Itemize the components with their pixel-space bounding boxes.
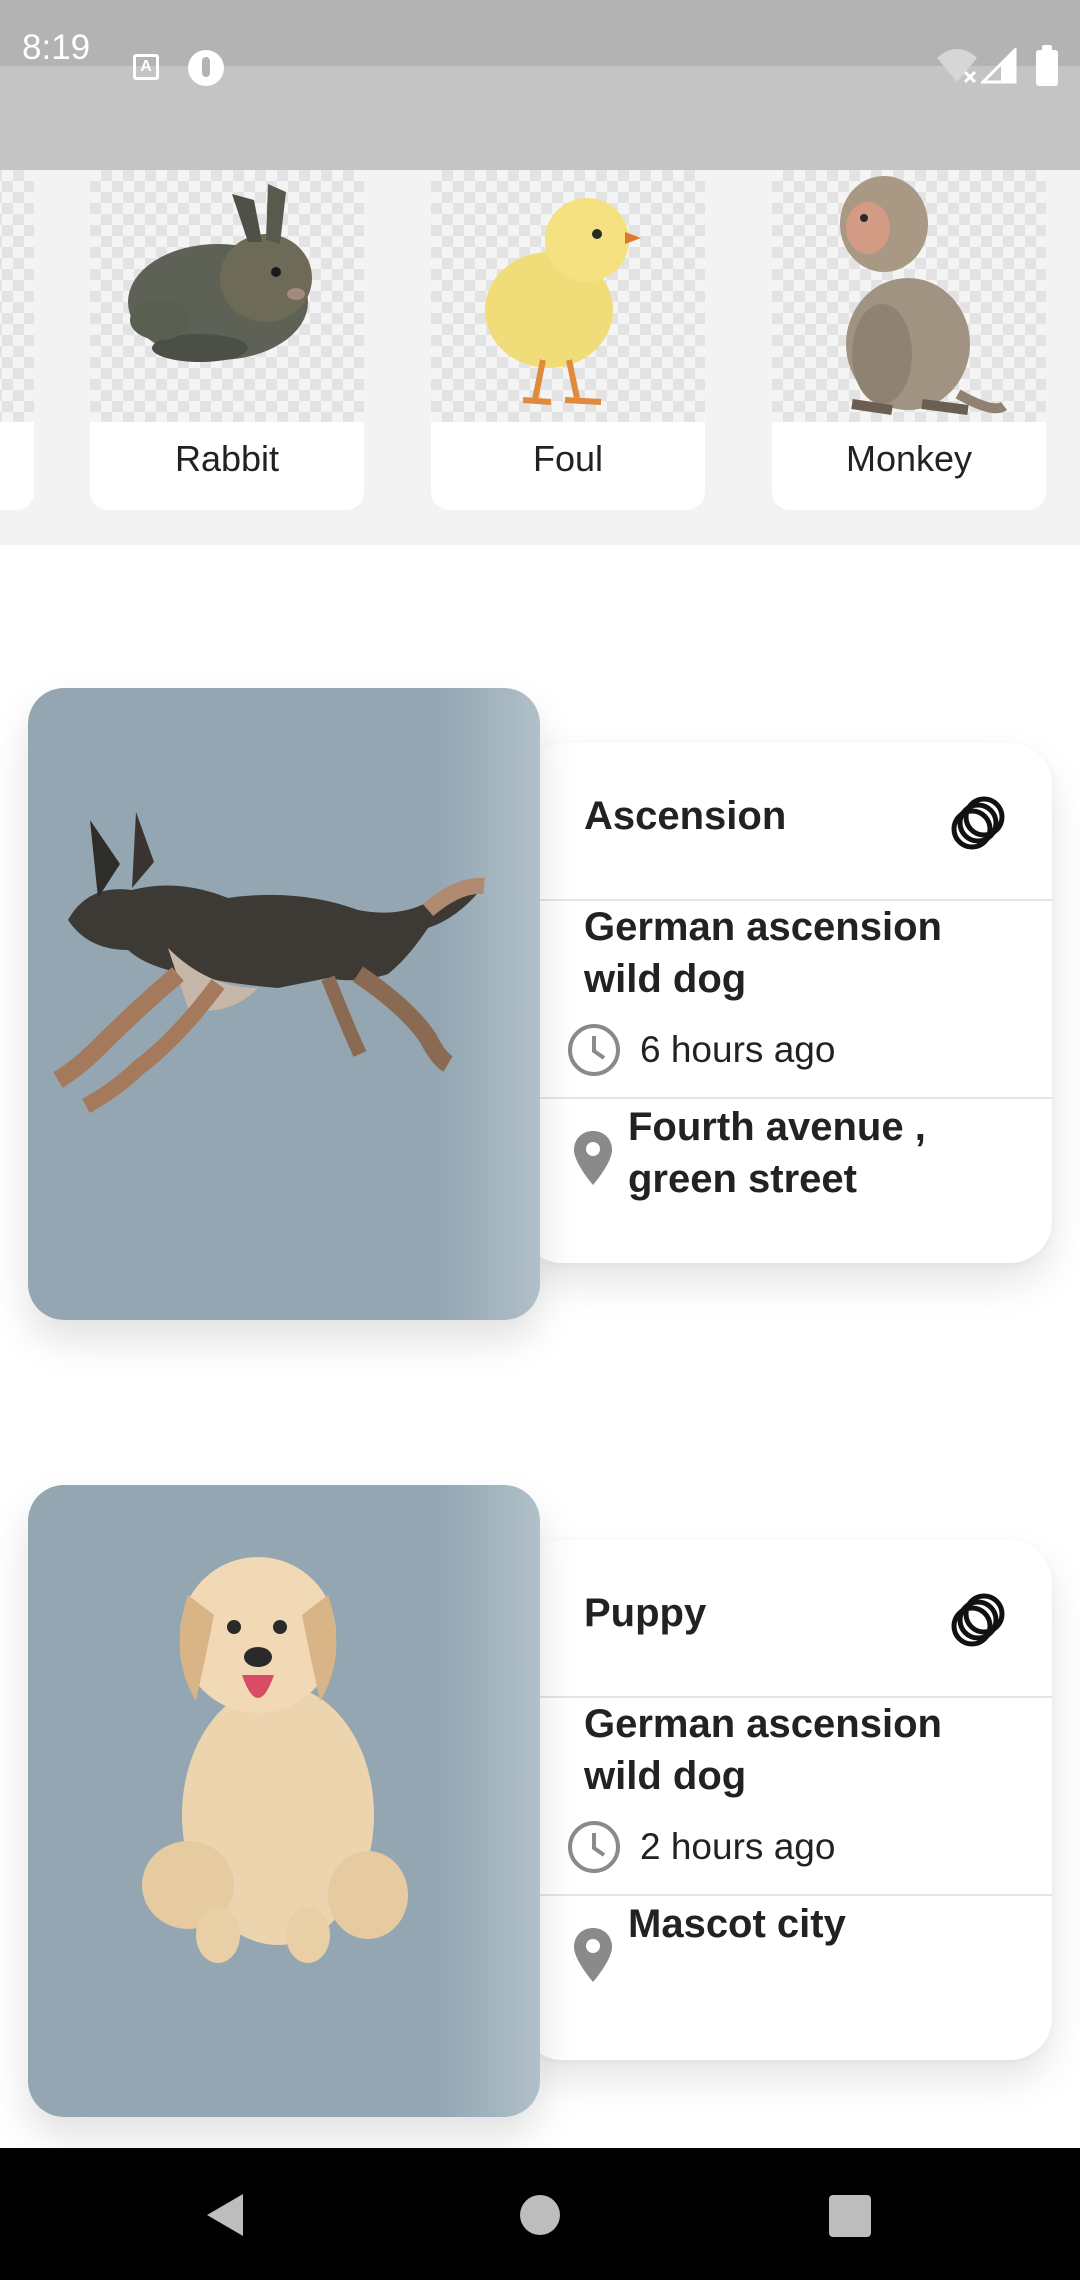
location-pin-icon xyxy=(574,1131,612,1185)
share-rings-icon[interactable] xyxy=(948,1590,1008,1650)
home-icon[interactable] xyxy=(520,2195,560,2235)
wifi-off-icon xyxy=(937,49,977,84)
post-image[interactable] xyxy=(28,688,540,1320)
recents-icon[interactable] xyxy=(829,2195,871,2237)
category-label: Foul xyxy=(532,438,604,479)
location-pin-icon xyxy=(574,1928,612,1982)
app-p-icon xyxy=(188,50,224,86)
category-card-foul[interactable]: Foul xyxy=(431,170,705,510)
signal-icon xyxy=(981,48,1017,84)
chick-illustration xyxy=(485,198,641,405)
share-rings-icon[interactable] xyxy=(948,793,1008,853)
category-label: Monkey xyxy=(845,438,973,479)
category-card[interactable] xyxy=(0,170,34,510)
category-card-monkey[interactable]: Monkey xyxy=(772,170,1046,510)
clock-icon xyxy=(568,1024,620,1076)
divider xyxy=(520,1894,1052,1896)
status-time: 8:19 xyxy=(22,28,91,67)
post-title: Ascension xyxy=(584,794,787,838)
post-description: German ascension wild dog xyxy=(584,905,942,1001)
monkey-illustration xyxy=(840,176,1008,415)
post-image[interactable] xyxy=(28,1485,540,2117)
post-title: Puppy xyxy=(584,1591,707,1635)
back-icon[interactable] xyxy=(205,2192,245,2238)
category-label: Rabbit xyxy=(174,438,280,479)
post-time: 6 hours ago xyxy=(640,1029,836,1070)
keyboard-a-icon: A xyxy=(133,54,159,80)
battery-icon xyxy=(1036,45,1058,86)
status-bar xyxy=(0,0,1080,66)
category-list[interactable]: Rabbit Foul Monkey xyxy=(0,170,1080,545)
post-location: Mascot city xyxy=(628,1902,846,1946)
post-card-puppy[interactable]: Puppy German ascension wild dog 2 hours … xyxy=(520,1540,1052,2060)
app-bar xyxy=(0,66,1080,170)
partial-animal-image xyxy=(0,170,34,422)
divider xyxy=(520,1097,1052,1099)
running-dog-image xyxy=(53,812,485,1113)
clock-icon xyxy=(568,1821,620,1873)
post-location: Fourth avenue , green street xyxy=(628,1105,926,1201)
post-time: 2 hours ago xyxy=(640,1826,836,1867)
category-card-rabbit[interactable]: Rabbit xyxy=(90,170,364,510)
post-card-ascension[interactable]: Ascension German ascension wild dog 6 ho… xyxy=(520,743,1052,1263)
post-description: German ascension wild dog xyxy=(584,1702,942,1798)
puppy-image xyxy=(142,1557,408,1963)
rabbit-illustration xyxy=(128,184,312,362)
